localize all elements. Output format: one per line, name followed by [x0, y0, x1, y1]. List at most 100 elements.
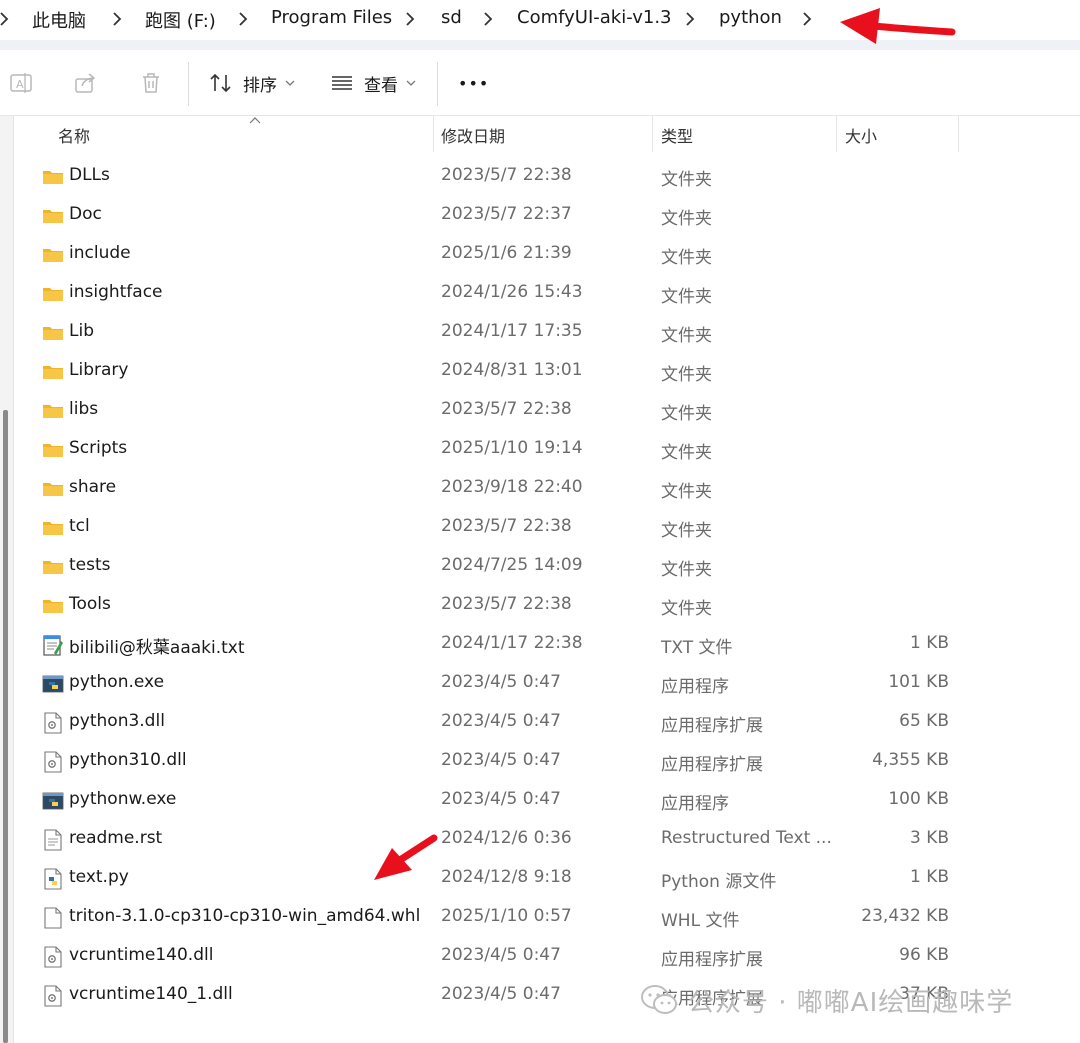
folder-icon: [42, 478, 64, 500]
breadcrumb-python[interactable]: python: [719, 7, 782, 28]
column-header-date[interactable]: 修改日期: [441, 123, 505, 147]
file-type: WHL 文件: [661, 911, 740, 931]
file-date: 2023/5/7 22:37: [441, 204, 572, 224]
file-row[interactable]: python3.dll 2023/4/5 0:47 应用程序扩展 65 KB: [15, 703, 1080, 742]
rename-icon[interactable]: A: [8, 70, 34, 96]
file-row[interactable]: Scripts 2025/1/10 19:14 文件夹: [15, 430, 1080, 469]
file-size: 23,432 KB: [861, 906, 949, 926]
breadcrumb-sd[interactable]: sd: [441, 7, 462, 28]
column-resize-handle[interactable]: [836, 116, 837, 152]
file-date: 2024/7/25 14:09: [441, 555, 583, 575]
file-row[interactable]: bilibili@秋葉aaaki.txt 2024/1/17 22:38 TXT 文…: [15, 625, 1080, 664]
file-type: 文件夹: [661, 287, 712, 307]
file-name: python3.dll: [69, 711, 165, 731]
file-size: 4,355 KB: [872, 750, 949, 770]
file-name: Doc: [69, 204, 102, 224]
file-date: 2024/12/6 0:36: [441, 828, 572, 848]
file-name: triton-3.1.0-cp310-cp310-win_amd64.whl: [69, 906, 421, 926]
column-header-size[interactable]: 大小: [845, 123, 877, 147]
folder-icon: [42, 400, 64, 422]
file-row[interactable]: readme.rst 2024/12/6 0:36 Restructured Tex…: [15, 820, 1080, 859]
column-resize-handle[interactable]: [958, 116, 959, 152]
file-size: 1 KB: [909, 867, 949, 887]
file-row[interactable]: python.exe 2023/4/5 0:47 应用程序 101 KB: [15, 664, 1080, 703]
blank-file-icon: [42, 907, 64, 929]
sort-button[interactable]: 排序: [209, 68, 295, 98]
file-row[interactable]: Tools 2023/5/7 22:38 文件夹: [15, 586, 1080, 625]
file-date: 2025/1/10 0:57: [441, 906, 572, 926]
file-row[interactable]: tests 2024/7/25 14:09 文件夹: [15, 547, 1080, 586]
share-icon[interactable]: [73, 70, 99, 96]
dll-file-icon: [42, 712, 64, 734]
scrollbar-thumb[interactable]: [3, 410, 8, 1043]
file-size: 100 KB: [888, 789, 949, 809]
file-name: python310.dll: [69, 750, 187, 770]
file-type: 应用程序: [661, 794, 729, 814]
chevron-right-icon[interactable]: [110, 9, 124, 29]
breadcrumb-program-files[interactable]: Program Files: [271, 7, 392, 28]
file-date: 2024/1/17 22:38: [441, 633, 583, 653]
wechat-logo-icon: [641, 985, 677, 1014]
file-date: 2023/4/5 0:47: [441, 672, 561, 692]
file-row[interactable]: Doc 2023/5/7 22:37 文件夹: [15, 196, 1080, 235]
file-date: 2024/8/31 13:01: [441, 360, 583, 380]
file-row[interactable]: DLLs 2023/5/7 22:38 文件夹: [15, 157, 1080, 196]
file-name: vcruntime140.dll: [69, 945, 214, 965]
file-type: 文件夹: [661, 599, 712, 619]
more-options-label: •••: [458, 73, 490, 93]
file-row[interactable]: python310.dll 2023/4/5 0:47 应用程序扩展 4,355 KB: [15, 742, 1080, 781]
file-type: 文件夹: [661, 560, 712, 580]
chevron-down-icon: [406, 80, 416, 86]
breadcrumb-drive-f[interactable]: 跑图 (F:): [145, 7, 216, 33]
column-resize-handle[interactable]: [433, 116, 434, 152]
column-header-name[interactable]: 名称: [58, 123, 90, 147]
file-name: tests: [69, 555, 111, 575]
breadcrumb-comfyui[interactable]: ComfyUI-aki-v1.3: [517, 7, 672, 28]
breadcrumb-this-pc[interactable]: 此电脑: [32, 7, 86, 33]
document-icon: [42, 829, 64, 851]
python-file-icon: [42, 868, 64, 890]
column-resize-handle[interactable]: [652, 116, 653, 152]
chevron-right-icon[interactable]: [236, 9, 250, 29]
chevron-right-icon[interactable]: [0, 9, 11, 29]
file-date: 2023/9/18 22:40: [441, 477, 583, 497]
file-name: insightface: [69, 282, 163, 302]
text-file-icon: [42, 634, 64, 656]
file-row[interactable]: insightface 2024/1/26 15:43 文件夹: [15, 274, 1080, 313]
file-row[interactable]: tcl 2023/5/7 22:38 文件夹: [15, 508, 1080, 547]
folder-icon: [42, 361, 64, 383]
view-button[interactable]: 查看: [330, 68, 416, 98]
file-name: share: [69, 477, 117, 497]
file-name: tcl: [69, 516, 90, 536]
file-size: 65 KB: [899, 711, 949, 731]
delete-icon[interactable]: [138, 70, 164, 96]
column-header-type[interactable]: 类型: [661, 123, 693, 147]
file-date: 2023/4/5 0:47: [441, 750, 561, 770]
file-row[interactable]: Library 2024/8/31 13:01 文件夹: [15, 352, 1080, 391]
chevron-right-icon[interactable]: [683, 9, 697, 29]
file-row[interactable]: pythonw.exe 2023/4/5 0:47 应用程序 100 KB: [15, 781, 1080, 820]
file-row[interactable]: vcruntime140.dll 2023/4/5 0:47 应用程序扩展 96 KB: [15, 937, 1080, 976]
chevron-right-icon[interactable]: [403, 9, 417, 29]
column-header: 名称 修改日期 类型 大小: [15, 116, 1080, 152]
file-type: 应用程序扩展: [661, 755, 763, 775]
sort-label: 排序: [243, 75, 277, 96]
file-row[interactable]: Lib 2024/1/17 17:35 文件夹: [15, 313, 1080, 352]
file-name: DLLs: [69, 165, 110, 185]
python-exe-icon: [42, 673, 64, 695]
file-size: 101 KB: [888, 672, 949, 692]
file-date: 2023/4/5 0:47: [441, 945, 561, 965]
file-row[interactable]: include 2025/1/6 21:39 文件夹: [15, 235, 1080, 274]
file-row[interactable]: share 2023/9/18 22:40 文件夹: [15, 469, 1080, 508]
file-name: pythonw.exe: [69, 789, 177, 809]
file-size: 1 KB: [909, 633, 949, 653]
chevron-right-icon[interactable]: [800, 9, 814, 29]
folder-icon: [42, 166, 64, 188]
file-row[interactable]: libs 2023/5/7 22:38 文件夹: [15, 391, 1080, 430]
view-label: 查看: [364, 75, 398, 96]
more-options-button[interactable]: •••: [458, 68, 489, 98]
file-row[interactable]: triton-3.1.0-cp310-cp310-win_amd64.whl 20…: [15, 898, 1080, 937]
file-row[interactable]: text.py 2024/12/8 9:18 Python 源文件 1 KB: [15, 859, 1080, 898]
chevron-right-icon[interactable]: [481, 9, 495, 29]
file-name: text.py: [69, 867, 129, 887]
